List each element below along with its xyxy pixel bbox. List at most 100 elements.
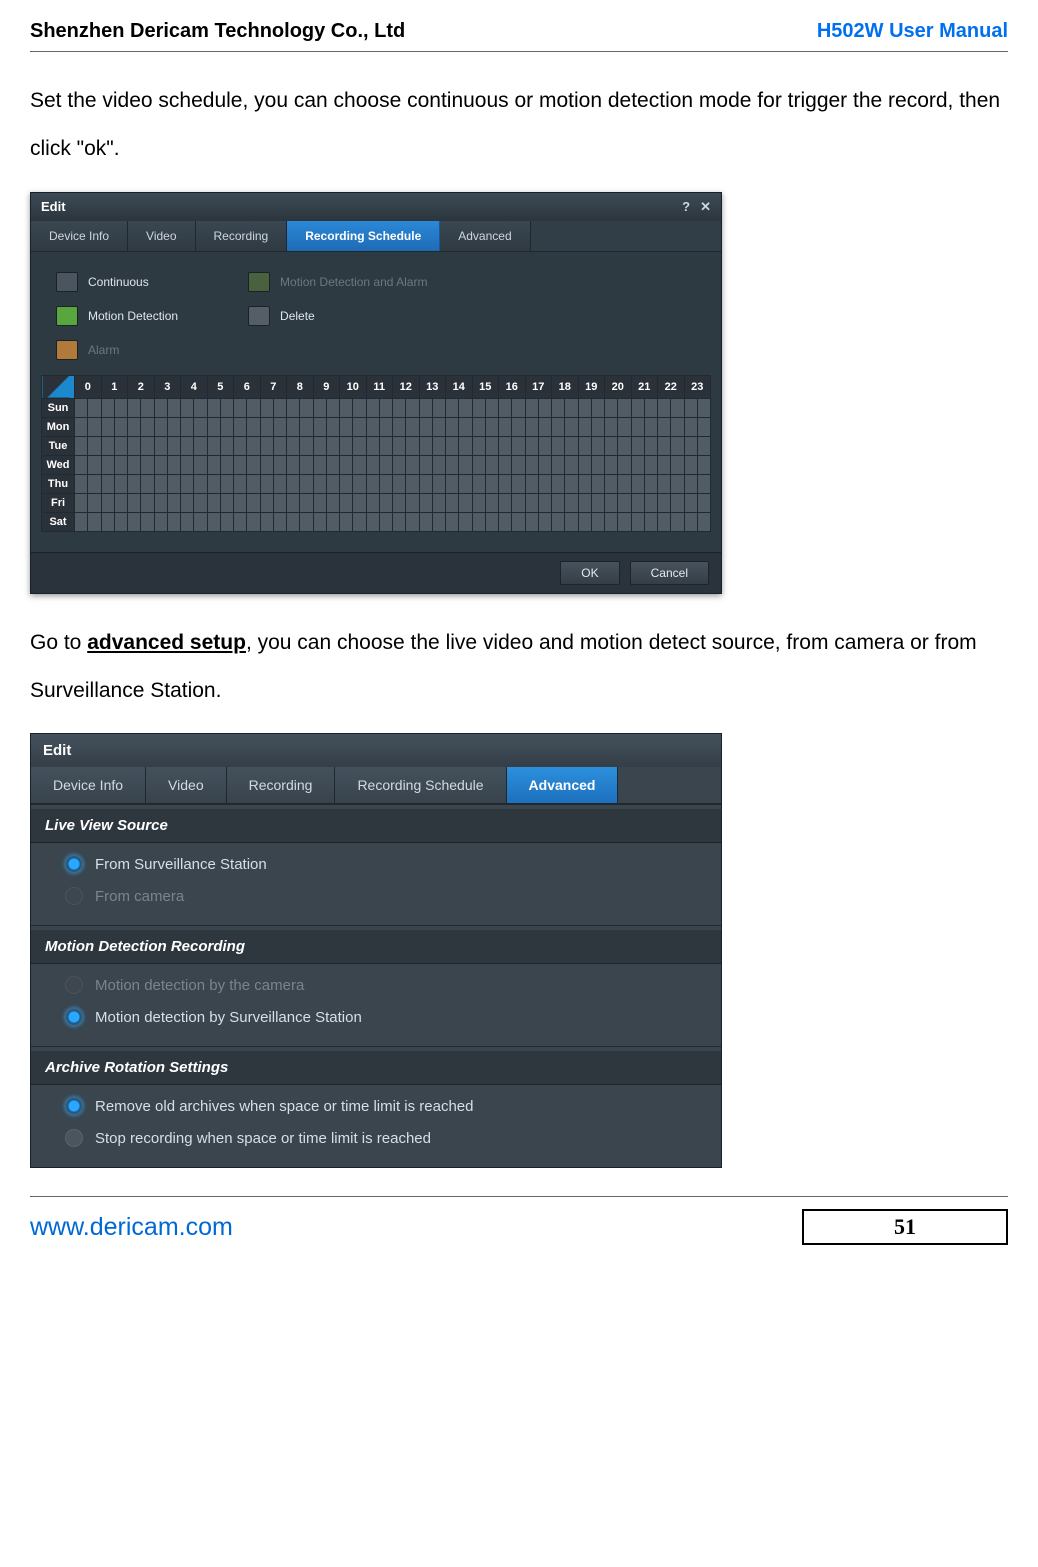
schedule-cell[interactable]: [234, 398, 247, 417]
schedule-cell[interactable]: [287, 417, 300, 436]
schedule-cell[interactable]: [247, 398, 260, 417]
schedule-cell[interactable]: [512, 436, 525, 455]
schedule-cell[interactable]: [167, 493, 180, 512]
schedule-cell[interactable]: [565, 493, 578, 512]
schedule-cell[interactable]: [247, 474, 260, 493]
schedule-cell[interactable]: [220, 474, 233, 493]
schedule-cell[interactable]: [393, 512, 406, 531]
schedule-cell[interactable]: [366, 474, 379, 493]
schedule-cell[interactable]: [379, 493, 392, 512]
schedule-cell[interactable]: [419, 474, 432, 493]
schedule-cell[interactable]: [128, 474, 141, 493]
schedule-cell[interactable]: [379, 512, 392, 531]
schedule-cell[interactable]: [167, 474, 180, 493]
schedule-cell[interactable]: [578, 474, 591, 493]
schedule-cell[interactable]: [485, 493, 498, 512]
schedule-cell[interactable]: [88, 512, 101, 531]
schedule-cell[interactable]: [419, 417, 432, 436]
schedule-cell[interactable]: [379, 417, 392, 436]
schedule-cell[interactable]: [605, 417, 618, 436]
tab2-video[interactable]: Video: [146, 767, 227, 803]
schedule-cell[interactable]: [287, 493, 300, 512]
schedule-cell[interactable]: [207, 474, 220, 493]
schedule-cell[interactable]: [591, 417, 604, 436]
schedule-cell[interactable]: [697, 474, 710, 493]
tab-advanced[interactable]: Advanced: [440, 221, 530, 251]
schedule-cell[interactable]: [181, 512, 194, 531]
schedule-cell[interactable]: [605, 512, 618, 531]
schedule-cell[interactable]: [88, 455, 101, 474]
schedule-cell[interactable]: [459, 493, 472, 512]
schedule-cell[interactable]: [366, 493, 379, 512]
schedule-cell[interactable]: [618, 493, 631, 512]
legend-motion[interactable]: Motion Detection: [56, 306, 178, 326]
schedule-cell[interactable]: [234, 512, 247, 531]
schedule-cell[interactable]: [366, 417, 379, 436]
schedule-cell[interactable]: [525, 474, 538, 493]
schedule-cell[interactable]: [75, 493, 88, 512]
schedule-cell[interactable]: [220, 493, 233, 512]
schedule-cell[interactable]: [459, 398, 472, 417]
schedule-cell[interactable]: [552, 493, 565, 512]
schedule-cell[interactable]: [220, 436, 233, 455]
schedule-cell[interactable]: [406, 512, 419, 531]
schedule-cell[interactable]: [393, 417, 406, 436]
schedule-cell[interactable]: [88, 474, 101, 493]
schedule-cell[interactable]: [432, 512, 445, 531]
schedule-cell[interactable]: [247, 493, 260, 512]
schedule-cell[interactable]: [88, 493, 101, 512]
tab-recording[interactable]: Recording: [196, 221, 288, 251]
schedule-cell[interactable]: [631, 455, 644, 474]
schedule-cell[interactable]: [644, 417, 657, 436]
schedule-cell[interactable]: [194, 512, 207, 531]
schedule-cell[interactable]: [247, 512, 260, 531]
schedule-cell[interactable]: [684, 436, 697, 455]
schedule-cell[interactable]: [697, 455, 710, 474]
legend-delete[interactable]: Delete: [248, 306, 427, 326]
tab2-recording-schedule[interactable]: Recording Schedule: [335, 767, 506, 803]
schedule-cell[interactable]: [313, 512, 326, 531]
schedule-cell[interactable]: [406, 474, 419, 493]
schedule-cell[interactable]: [141, 417, 154, 436]
schedule-cell[interactable]: [260, 455, 273, 474]
schedule-cell[interactable]: [684, 474, 697, 493]
schedule-cell[interactable]: [260, 398, 273, 417]
schedule-cell[interactable]: [101, 512, 114, 531]
schedule-cell[interactable]: [340, 512, 353, 531]
schedule-cell[interactable]: [565, 398, 578, 417]
schedule-cell[interactable]: [432, 493, 445, 512]
schedule-cell[interactable]: [618, 417, 631, 436]
grid-corner[interactable]: [42, 375, 75, 398]
schedule-cell[interactable]: [538, 512, 551, 531]
schedule-cell[interactable]: [618, 474, 631, 493]
schedule-cell[interactable]: [644, 455, 657, 474]
schedule-cell[interactable]: [565, 417, 578, 436]
schedule-cell[interactable]: [499, 436, 512, 455]
schedule-cell[interactable]: [525, 436, 538, 455]
schedule-cell[interactable]: [472, 455, 485, 474]
schedule-cell[interactable]: [220, 455, 233, 474]
schedule-cell[interactable]: [247, 417, 260, 436]
schedule-cell[interactable]: [340, 455, 353, 474]
schedule-cell[interactable]: [207, 417, 220, 436]
schedule-cell[interactable]: [538, 398, 551, 417]
schedule-cell[interactable]: [101, 436, 114, 455]
schedule-cell[interactable]: [432, 455, 445, 474]
schedule-cell[interactable]: [167, 398, 180, 417]
schedule-cell[interactable]: [313, 436, 326, 455]
schedule-cell[interactable]: [697, 398, 710, 417]
schedule-cell[interactable]: [658, 455, 671, 474]
schedule-cell[interactable]: [671, 398, 684, 417]
schedule-cell[interactable]: [552, 455, 565, 474]
schedule-cell[interactable]: [472, 493, 485, 512]
schedule-cell[interactable]: [154, 474, 167, 493]
schedule-cell[interactable]: [181, 398, 194, 417]
legend-continuous[interactable]: Continuous: [56, 272, 178, 292]
schedule-cell[interactable]: [393, 455, 406, 474]
schedule-cell[interactable]: [512, 512, 525, 531]
schedule-cell[interactable]: [154, 455, 167, 474]
schedule-cell[interactable]: [207, 436, 220, 455]
schedule-cell[interactable]: [207, 455, 220, 474]
schedule-cell[interactable]: [512, 455, 525, 474]
schedule-cell[interactable]: [300, 512, 313, 531]
